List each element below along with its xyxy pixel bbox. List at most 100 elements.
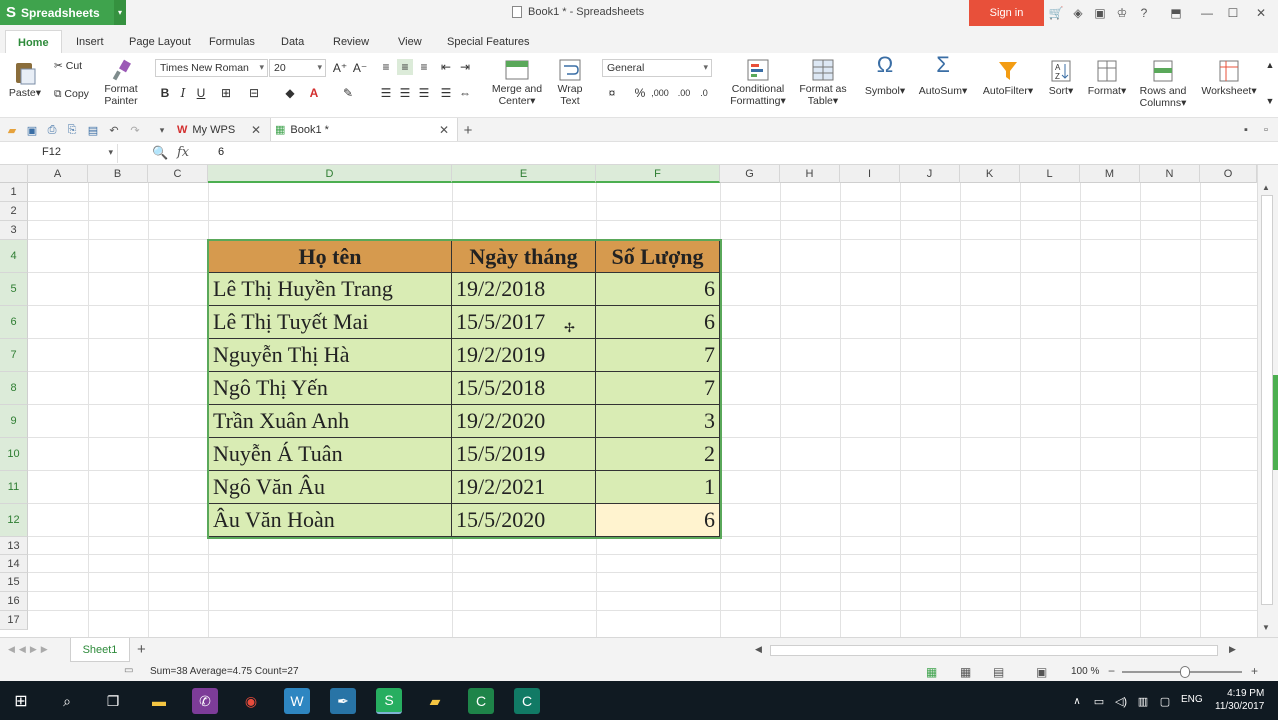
camtasia-recorder-icon[interactable]: C: [514, 688, 540, 714]
align-bottom-icon[interactable]: ≡: [416, 59, 432, 75]
sort-button[interactable]: AZ Sort▾: [1044, 59, 1078, 97]
table-cell[interactable]: Âu Văn Hoàn: [208, 504, 452, 537]
spreadsheet-grid[interactable]: A B C D E F G H I J K L M N O 1 2 3 4 5 …: [0, 165, 1257, 637]
table-cell[interactable]: 1: [596, 471, 720, 504]
tab-special-features[interactable]: Special Features: [447, 32, 530, 52]
col-header-e[interactable]: E: [452, 165, 596, 183]
table-cell[interactable]: 15/5/2020: [452, 504, 596, 537]
export-pdf-icon[interactable]: ▤: [85, 122, 101, 138]
table-cell[interactable]: Lê Thị Huyền Trang: [208, 273, 452, 306]
shirt-icon[interactable]: ♔: [1114, 5, 1130, 21]
drawing-app-icon[interactable]: ✒: [330, 688, 356, 714]
row-header-14[interactable]: 14: [0, 555, 28, 573]
rows-columns-button[interactable]: Rows and Columns▾: [1136, 59, 1190, 109]
table-cell[interactable]: 7: [596, 339, 720, 372]
new-tab-icon[interactable]: +: [460, 122, 476, 139]
autosum-button[interactable]: Σ AutoSum▾: [915, 54, 971, 98]
col-header-o[interactable]: O: [1200, 165, 1257, 183]
close-tab-icon[interactable]: ✕: [439, 123, 449, 137]
font-name-select[interactable]: Times New Roman: [155, 59, 268, 77]
table-cell[interactable]: Lê Thị Tuyết Mai: [208, 306, 452, 339]
tab-page-layout[interactable]: Page Layout: [129, 32, 191, 52]
col-header-i[interactable]: I: [840, 165, 900, 183]
row-header-12[interactable]: 12: [0, 504, 28, 537]
font-size-select[interactable]: 20: [269, 59, 326, 77]
reading-view-icon[interactable]: ▤: [993, 665, 1004, 679]
col-header-a[interactable]: A: [28, 165, 88, 183]
zoom-level[interactable]: 100 %: [1071, 666, 1099, 677]
zoom-search-icon[interactable]: 🔍: [152, 145, 168, 161]
row-header-17[interactable]: 17: [0, 611, 28, 630]
tab-formulas[interactable]: Formulas: [209, 32, 255, 52]
close-icon[interactable]: ✕: [1253, 5, 1269, 21]
sheet-nav-icon[interactable]: ◀◀▶▶: [8, 644, 52, 655]
table-cell[interactable]: Trần Xuân Anh: [208, 405, 452, 438]
tab-list-icon[interactable]: ▪: [1238, 122, 1254, 138]
undo-icon[interactable]: ↶: [106, 122, 122, 138]
table-cell[interactable]: 19/2/2021: [452, 471, 596, 504]
scroll-down-icon[interactable]: ▼: [1262, 623, 1270, 632]
merge-center-button[interactable]: Merge and Center▾: [488, 59, 546, 107]
table-cell[interactable]: Nguyễn Thị Hà: [208, 339, 452, 372]
align-middle-icon[interactable]: ≡: [397, 59, 413, 75]
col-header-c[interactable]: C: [148, 165, 208, 183]
table-header-quantity[interactable]: Số Lượng: [596, 240, 720, 273]
worksheet-button[interactable]: Worksheet▾: [1198, 59, 1260, 97]
row-header-16[interactable]: 16: [0, 592, 28, 611]
vertical-scrollbar[interactable]: ▲ ▼: [1257, 165, 1278, 637]
row-header-5[interactable]: 5: [0, 273, 28, 306]
chrome-icon[interactable]: ◉: [238, 688, 264, 714]
cart-icon[interactable]: 🛒: [1048, 5, 1064, 21]
table-header-name[interactable]: Họ tên: [208, 240, 452, 273]
borders-icon[interactable]: ⊞: [218, 85, 234, 101]
folder-icon[interactable]: ▰: [422, 688, 448, 714]
horizontal-scrollbar[interactable]: [770, 645, 1218, 656]
sign-in-button[interactable]: Sign in: [969, 0, 1044, 26]
row-header-2[interactable]: 2: [0, 202, 28, 221]
open-icon[interactable]: ▰: [4, 122, 20, 138]
col-header-d[interactable]: D: [208, 165, 452, 183]
col-header-k[interactable]: K: [960, 165, 1020, 183]
justify-icon[interactable]: ☰: [438, 85, 454, 101]
search-icon[interactable]: ⌕: [54, 688, 80, 714]
wps-spreadsheets-icon[interactable]: S: [376, 688, 402, 714]
col-header-f[interactable]: F: [596, 165, 720, 183]
select-all-corner[interactable]: [0, 165, 28, 183]
row-header-11[interactable]: 11: [0, 471, 28, 504]
redo-icon[interactable]: ↷: [127, 122, 143, 138]
fill-color-icon[interactable]: ◆: [282, 85, 298, 101]
tab-view[interactable]: View: [398, 32, 422, 52]
format-painter-button[interactable]: Format Painter: [102, 59, 140, 107]
table-cell[interactable]: Ngô Thị Yến: [208, 372, 452, 405]
col-header-m[interactable]: M: [1080, 165, 1140, 183]
row-header-15[interactable]: 15: [0, 573, 28, 592]
notification-icon[interactable]: ▢: [1152, 688, 1178, 714]
row-header-7[interactable]: 7: [0, 339, 28, 372]
distributed-icon[interactable]: ⇔: [457, 85, 473, 101]
print-preview-icon[interactable]: ⎙: [44, 122, 60, 138]
increase-decimal-icon[interactable]: .00: [676, 85, 692, 101]
row-header-1[interactable]: 1: [0, 183, 28, 202]
wps-writer-icon[interactable]: W: [284, 688, 310, 714]
row-header-9[interactable]: 9: [0, 405, 28, 438]
fullscreen-icon[interactable]: ▫: [1258, 122, 1274, 138]
close-tab-icon[interactable]: ✕: [251, 123, 261, 137]
file-explorer-icon[interactable]: ▬: [146, 688, 172, 714]
table-header-date[interactable]: Ngày tháng: [452, 240, 596, 273]
row-header-3[interactable]: 3: [0, 221, 28, 240]
save-icon[interactable]: ▣: [24, 122, 40, 138]
clock[interactable]: 4:19 PM 11/30/2017: [1215, 687, 1264, 713]
app-menu-button[interactable]: S Spreadsheets ▾: [0, 0, 126, 25]
col-header-g[interactable]: G: [720, 165, 780, 183]
share-icon[interactable]: ▣: [1092, 5, 1108, 21]
tab-insert[interactable]: Insert: [76, 32, 104, 52]
scroll-right-icon[interactable]: ▶: [1229, 644, 1236, 655]
task-view-icon[interactable]: ❐: [100, 688, 126, 714]
paste-button[interactable]: Paste▾: [8, 59, 42, 99]
camtasia-icon[interactable]: C: [468, 688, 494, 714]
formula-input[interactable]: 6: [218, 146, 224, 158]
number-format-select[interactable]: General: [602, 59, 712, 77]
windows-start-icon[interactable]: ⊞: [8, 688, 34, 714]
table-cell[interactable]: 3: [596, 405, 720, 438]
align-top-icon[interactable]: ≡: [378, 59, 394, 75]
